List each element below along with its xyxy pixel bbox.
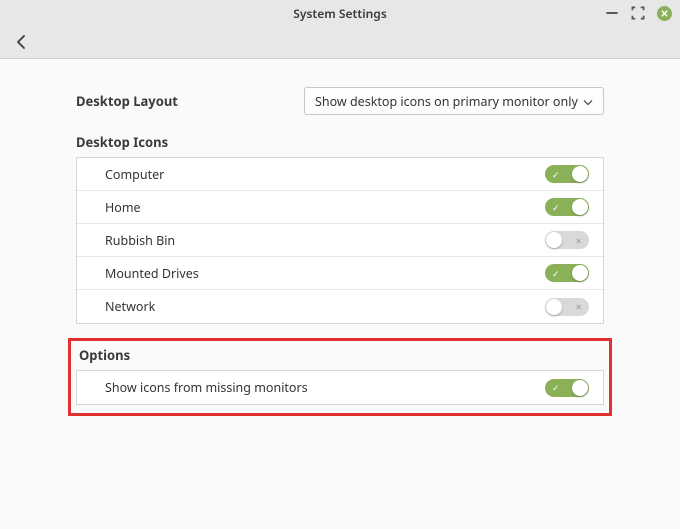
desktop-icon-row: Home: [77, 191, 603, 224]
desktop-layout-label: Desktop Layout: [76, 92, 304, 110]
maximize-button[interactable]: [631, 6, 645, 20]
desktop-icon-row: Mounted Drives: [77, 257, 603, 290]
chevron-down-icon: [583, 93, 593, 110]
option-toggle[interactable]: [545, 379, 589, 397]
check-icon: [552, 381, 560, 394]
toggle-knob: [572, 265, 588, 281]
toggle-knob: [572, 166, 588, 182]
desktop-icon-toggle[interactable]: [545, 165, 589, 183]
desktop-icon-row: Computer: [77, 158, 603, 191]
desktop-icons-list: Computer Home Rubbish Bin Mounted Drives Net…: [76, 157, 604, 324]
toolbar: [0, 26, 680, 59]
options-highlight: Options Show icons from missing monitors: [68, 338, 612, 416]
window-title: System Settings: [293, 5, 386, 22]
back-button[interactable]: [10, 30, 34, 54]
check-icon: [552, 267, 560, 280]
content-area: Desktop Layout Show desktop icons on pri…: [0, 59, 680, 416]
desktop-icon-row-label: Home: [105, 199, 545, 216]
check-icon: [552, 168, 560, 181]
desktop-icon-toggle[interactable]: [545, 231, 589, 249]
close-button[interactable]: [657, 6, 672, 21]
option-row-label: Show icons from missing monitors: [105, 379, 545, 396]
desktop-layout-row: Desktop Layout Show desktop icons on pri…: [76, 87, 604, 115]
desktop-icon-toggle[interactable]: [545, 298, 589, 316]
x-icon: [575, 300, 582, 313]
desktop-icon-row-label: Network: [105, 298, 545, 315]
options-list: Show icons from missing monitors: [76, 370, 604, 405]
desktop-icon-row-label: Mounted Drives: [105, 265, 545, 282]
option-row: Show icons from missing monitors: [77, 371, 603, 404]
desktop-icon-toggle[interactable]: [545, 198, 589, 216]
desktop-icon-row: Network: [77, 290, 603, 323]
check-icon: [552, 201, 560, 214]
titlebar: System Settings: [0, 0, 680, 26]
x-icon: [575, 234, 582, 247]
toggle-knob: [572, 199, 588, 215]
toggle-knob: [546, 299, 562, 315]
toggle-knob: [572, 380, 588, 396]
minimize-button[interactable]: [605, 6, 619, 20]
desktop-icon-row: Rubbish Bin: [77, 224, 603, 257]
desktop-icons-heading: Desktop Icons: [76, 133, 604, 151]
window-controls: [605, 0, 672, 26]
options-heading: Options: [79, 346, 604, 364]
desktop-layout-select-value: Show desktop icons on primary monitor on…: [315, 93, 578, 110]
toggle-knob: [546, 232, 562, 248]
desktop-layout-select[interactable]: Show desktop icons on primary monitor on…: [304, 87, 604, 115]
desktop-icon-row-label: Rubbish Bin: [105, 232, 545, 249]
desktop-icon-toggle[interactable]: [545, 264, 589, 282]
desktop-icon-row-label: Computer: [105, 166, 545, 183]
